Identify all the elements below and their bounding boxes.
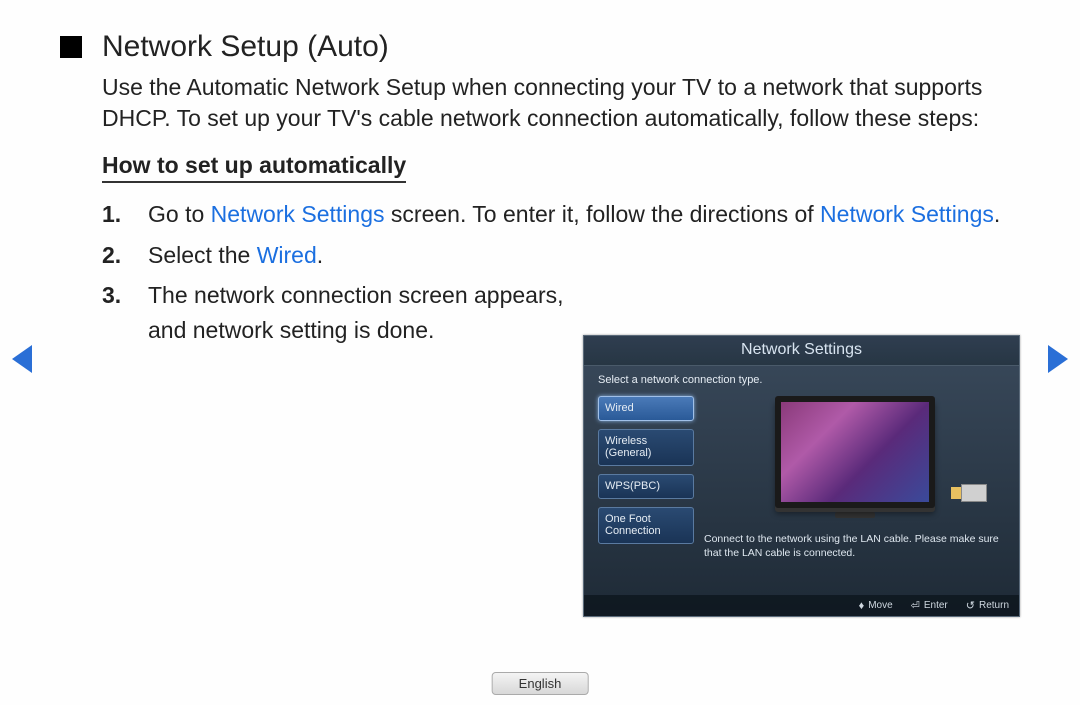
tv-preview-area: Connect to the network using the LAN cab… bbox=[704, 396, 1005, 560]
step-text: The network connection screen appears, a… bbox=[148, 278, 568, 347]
step-text: Select the bbox=[148, 242, 257, 268]
enter-icon: ⏎ bbox=[911, 599, 920, 612]
step-text: screen. To enter it, follow the directio… bbox=[385, 201, 821, 227]
footer-return: ↺Return bbox=[966, 599, 1009, 612]
nav-prev-icon[interactable] bbox=[12, 345, 32, 373]
footer-enter: ⏎Enter bbox=[911, 599, 948, 612]
return-icon: ↺ bbox=[966, 599, 975, 612]
footer-move: ♦Move bbox=[859, 599, 893, 612]
step-1: 1. Go to Network Settings screen. To ent… bbox=[102, 197, 1020, 232]
step-number: 1. bbox=[102, 197, 130, 232]
link-network-settings[interactable]: Network Settings bbox=[211, 201, 385, 227]
step-text: . bbox=[317, 242, 323, 268]
step-text: Go to bbox=[148, 201, 211, 227]
nav-next-icon[interactable] bbox=[1048, 345, 1068, 373]
step-2: 2. Select the Wired. bbox=[102, 238, 1020, 273]
updown-icon: ♦ bbox=[859, 600, 865, 612]
section-bullet-icon bbox=[60, 36, 82, 58]
tv-settings-panel: Network Settings Select a network connec… bbox=[583, 335, 1020, 617]
tv-option-wireless[interactable]: Wireless (General) bbox=[598, 429, 694, 466]
tv-footer: ♦Move ⏎Enter ↺Return bbox=[584, 595, 1019, 616]
tv-option-wired[interactable]: Wired bbox=[598, 396, 694, 421]
tv-option-onefoot[interactable]: One Foot Connection bbox=[598, 507, 694, 544]
tv-panel-title: Network Settings bbox=[584, 336, 1019, 366]
language-badge: English bbox=[492, 672, 589, 695]
monitor-icon bbox=[775, 396, 935, 508]
step-number: 3. bbox=[102, 278, 130, 347]
tv-option-wps[interactable]: WPS(PBC) bbox=[598, 474, 694, 499]
link-wired[interactable]: Wired bbox=[257, 242, 317, 268]
step-text: . bbox=[994, 201, 1000, 227]
lan-cable-icon bbox=[951, 484, 995, 508]
page-title: Network Setup (Auto) bbox=[102, 30, 389, 64]
tv-description: Connect to the network using the LAN cab… bbox=[704, 532, 1005, 560]
subheading: How to set up automatically bbox=[102, 152, 406, 183]
link-network-settings[interactable]: Network Settings bbox=[820, 201, 994, 227]
tv-instruction: Select a network connection type. bbox=[598, 374, 1005, 386]
intro-text: Use the Automatic Network Setup when con… bbox=[102, 72, 1020, 134]
monitor-stand-icon bbox=[835, 512, 875, 518]
step-number: 2. bbox=[102, 238, 130, 273]
